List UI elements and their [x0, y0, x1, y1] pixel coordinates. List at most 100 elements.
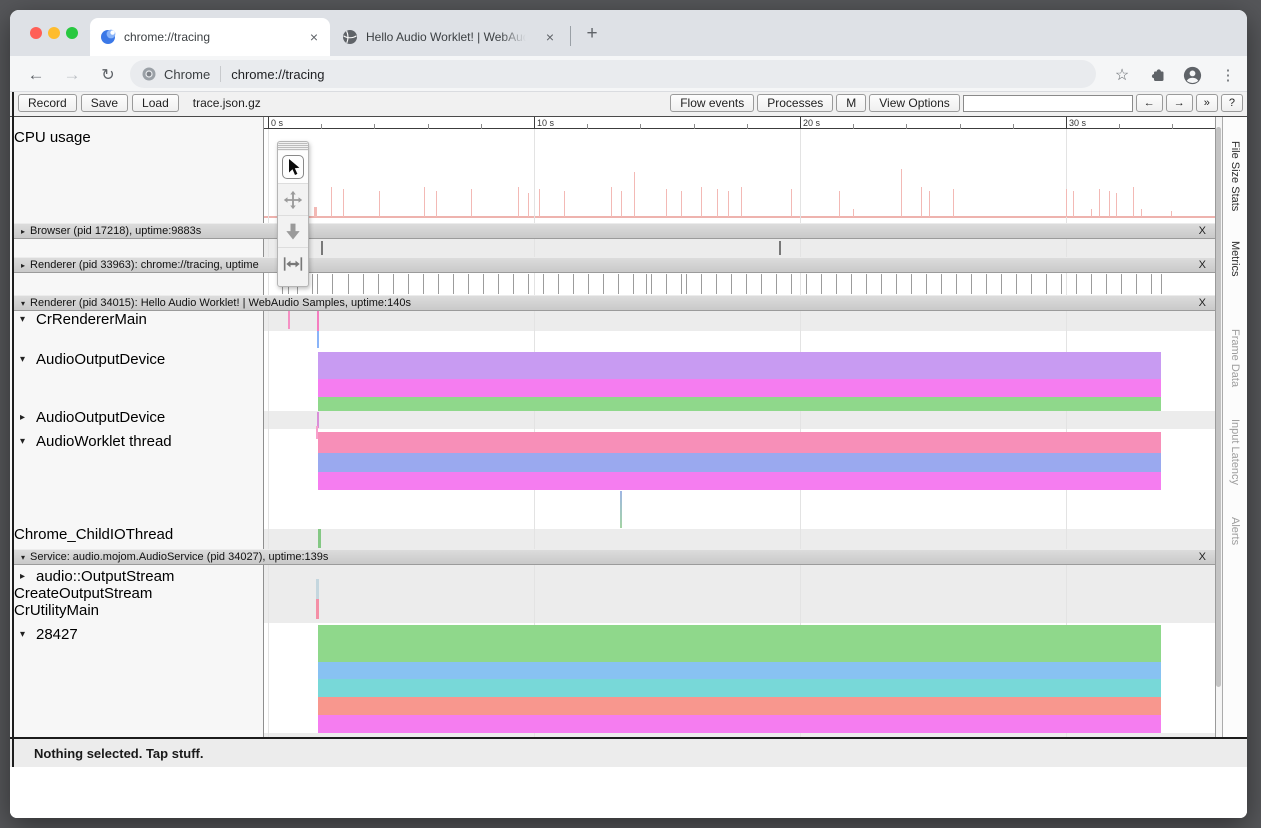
collapse-triangle-icon[interactable]: ▾ — [20, 311, 36, 325]
cpu-spike — [424, 187, 425, 217]
timeline-canvas[interactable]: 0 s10 s20 s30 s — [263, 117, 1215, 738]
collapse-triangle-icon[interactable]: ▸ — [21, 261, 25, 270]
close-process-button[interactable]: X — [1197, 551, 1208, 563]
tab-chrome-tracing[interactable]: chrome://tracing × — [90, 18, 330, 56]
sidebar-tab-alerts[interactable]: Alerts — [1227, 517, 1243, 563]
trace-event-tick — [1121, 274, 1122, 294]
trace-slice-bar[interactable] — [318, 472, 1161, 490]
collapse-triangle-icon[interactable]: ▸ — [21, 227, 25, 236]
trace-slice-bar[interactable] — [318, 352, 1161, 379]
close-window-button[interactable] — [30, 27, 42, 39]
record-button[interactable]: Record — [18, 94, 77, 112]
load-button[interactable]: Load — [132, 94, 179, 112]
process-title: Service: audio.mojom.AudioService (pid 3… — [30, 551, 328, 563]
pan-tool-button[interactable] — [278, 183, 308, 215]
collapse-triangle-icon[interactable]: ▾ — [21, 299, 25, 308]
trace-event-tick — [666, 274, 667, 294]
thread-label[interactable]: ▾AudioOutputDevice — [20, 351, 165, 368]
profile-avatar[interactable] — [1180, 63, 1204, 87]
close-process-button[interactable]: X — [1197, 297, 1208, 309]
selection-tool-button[interactable] — [278, 151, 308, 183]
trace-event-tick — [716, 274, 717, 294]
overflow-button[interactable]: » — [1196, 94, 1218, 112]
save-button[interactable]: Save — [81, 94, 128, 112]
trace-event-tick — [779, 241, 781, 255]
process-header[interactable]: ▸Renderer (pid 33963): chrome://tracing,… — [14, 257, 1215, 273]
trace-event-tick — [1001, 274, 1002, 294]
trace-event-tick[interactable] — [316, 426, 318, 439]
trace-slice-bar[interactable] — [318, 625, 1161, 662]
thread-label[interactable]: ▸AudioOutputDevice — [20, 409, 165, 426]
close-tab-icon[interactable]: × — [308, 30, 320, 44]
ruler-minor-tick — [1172, 124, 1173, 129]
trace-slice-bar[interactable] — [318, 379, 1161, 397]
trace-slice-bar[interactable] — [318, 397, 1161, 411]
trace-slice-bar[interactable] — [318, 679, 1161, 697]
process-header[interactable]: ▾Renderer (pid 34015): Hello Audio Workl… — [14, 295, 1215, 311]
ruler-label: 0 s — [271, 118, 283, 128]
trace-slice-bar[interactable] — [318, 662, 1161, 679]
find-previous-button[interactable]: ← — [1136, 94, 1163, 112]
vertical-zoom-tool-button[interactable] — [278, 215, 308, 247]
new-tab-button[interactable]: + — [578, 20, 606, 48]
trace-slice-bar[interactable] — [318, 697, 1161, 715]
timing-tool-button[interactable] — [278, 247, 308, 279]
trace-event-tick — [317, 274, 318, 294]
trace-event-tick[interactable] — [620, 491, 622, 528]
sidebar-tab-frame-data[interactable]: Frame Data — [1227, 329, 1243, 399]
thread-label[interactable]: ▾AudioWorklet thread — [20, 433, 172, 450]
close-tab-icon[interactable]: × — [544, 30, 556, 44]
help-button[interactable]: ? — [1221, 94, 1243, 112]
forward-icon[interactable]: → — [60, 63, 84, 87]
thread-label[interactable]: CrUtilityMain — [14, 602, 99, 619]
trace-event-tick[interactable] — [316, 599, 319, 619]
tab-audio-worklet[interactable]: Hello Audio Worklet! | WebAud × — [332, 18, 566, 56]
thread-label[interactable]: CreateOutputStream — [14, 585, 152, 602]
process-header[interactable]: ▾ Service: audio.mojom.AudioService (pid … — [14, 549, 1215, 565]
palette-grip[interactable] — [278, 142, 308, 151]
collapse-triangle-icon[interactable]: ▾ — [20, 433, 36, 447]
close-process-button[interactable]: X — [1197, 225, 1208, 237]
sidebar-tab-metrics[interactable]: Metrics — [1227, 241, 1243, 296]
browser-menu-icon[interactable]: ⋮ — [1216, 63, 1240, 87]
flow-events-button[interactable]: Flow events — [670, 94, 754, 112]
browser-window: chrome://tracing × Hello Audio Worklet! … — [10, 10, 1247, 818]
trace-event-tick — [348, 274, 349, 294]
thread-label[interactable]: ▾28427 — [20, 626, 78, 643]
minimize-window-button[interactable] — [48, 27, 60, 39]
reload-icon[interactable]: ↻ — [96, 63, 120, 87]
find-input[interactable] — [963, 95, 1133, 112]
collapse-triangle-icon[interactable]: ▾ — [21, 553, 25, 562]
thread-label[interactable]: ▾CrRendererMain — [20, 311, 147, 328]
processes-button[interactable]: Processes — [757, 94, 833, 112]
metrics-button[interactable]: M — [836, 94, 866, 112]
collapse-triangle-icon[interactable]: ▸ — [20, 568, 36, 582]
view-options-button[interactable]: View Options — [869, 94, 959, 112]
find-next-button[interactable]: → — [1166, 94, 1193, 112]
sidebar-tab-file-size-stats[interactable]: File Size Stats — [1227, 141, 1243, 233]
scrollbar-thumb[interactable] — [1216, 127, 1221, 687]
trace-event-tick[interactable] — [318, 529, 321, 548]
trace-event-tick[interactable] — [316, 579, 319, 601]
address-bar[interactable]: Chrome chrome://tracing — [130, 60, 1096, 88]
bookmark-star-icon[interactable]: ☆ — [1110, 63, 1134, 87]
trace-event-tick[interactable] — [317, 331, 319, 348]
thread-label[interactable]: ▸audio::OutputStream — [20, 568, 174, 585]
trace-slice-bar[interactable] — [318, 453, 1161, 472]
collapse-triangle-icon[interactable]: ▾ — [20, 351, 36, 365]
trace-event-tick — [836, 274, 837, 294]
trace-event-tick[interactable] — [288, 309, 290, 329]
trace-slice-bar[interactable] — [318, 432, 1161, 453]
close-process-button[interactable]: X — [1197, 259, 1208, 271]
back-icon[interactable]: ← — [24, 63, 48, 87]
thread-label[interactable]: Chrome_ChildIOThread — [14, 526, 173, 543]
zoom-window-button[interactable] — [66, 27, 78, 39]
thread-label-text: audio::OutputStream — [36, 568, 174, 585]
collapse-triangle-icon[interactable]: ▸ — [20, 409, 36, 423]
site-label: Chrome — [164, 67, 210, 82]
collapse-triangle-icon[interactable]: ▾ — [20, 626, 36, 640]
extensions-puzzle-icon[interactable] — [1146, 63, 1170, 87]
sidebar-tab-input-latency[interactable]: Input Latency — [1227, 419, 1243, 503]
trace-slice-bar[interactable] — [318, 715, 1161, 733]
process-header[interactable]: ▸Browser (pid 17218), uptime:9883sX — [14, 223, 1215, 239]
